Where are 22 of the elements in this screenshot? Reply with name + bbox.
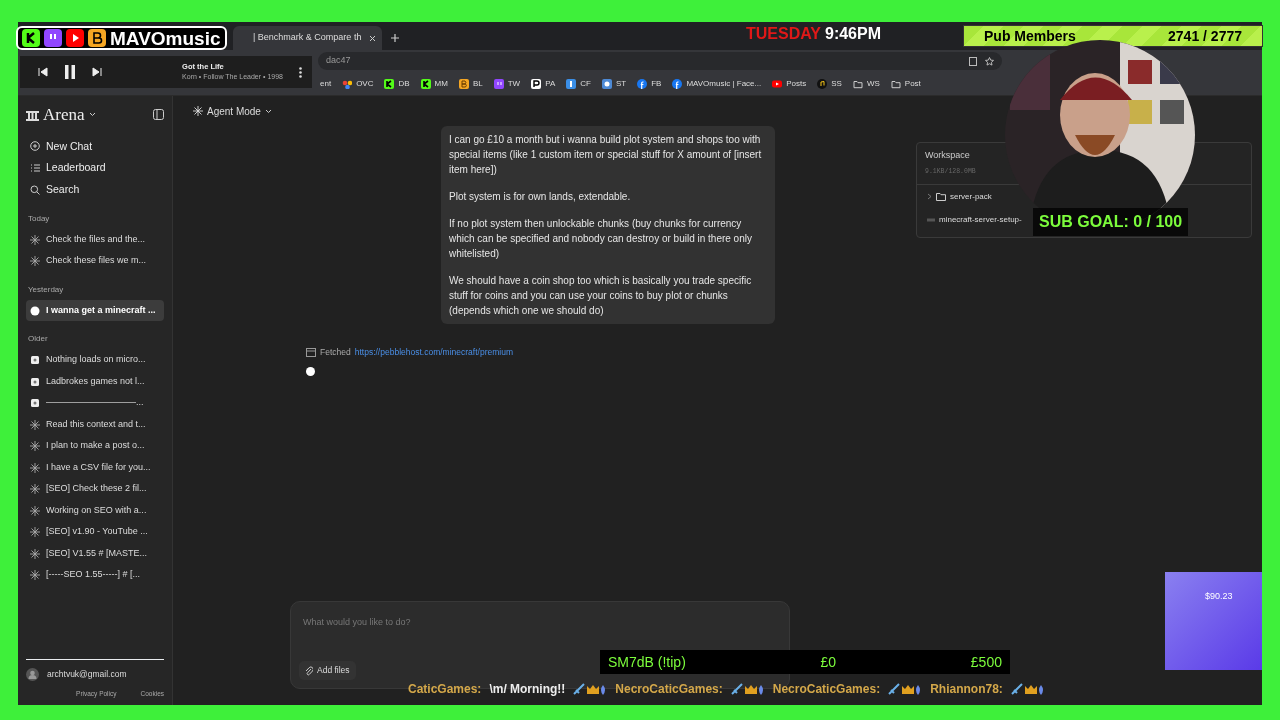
workspace-title: Workspace [925, 149, 971, 162]
message-paragraph: We should have a coin shop too which is basically you trade specific stuff for coins and you can use your coins to buy plot or chunks (depends which one we should do) [449, 274, 753, 318]
composer-placeholder: What would you like to do? [303, 617, 411, 627]
message-paragraph: If no plot system then unlockable chunks (buy chunks for currency which can be specified and nobody can destroy or build in there only whitelisted) [449, 217, 753, 261]
widget-amount: $90.23 [1205, 591, 1233, 601]
clock-time: 9:46PM [825, 26, 881, 42]
user-email: archtvuk@gmail.com [47, 668, 127, 682]
members-label: Pub Members [984, 26, 1076, 46]
members-count: 2741 / 2777 [1168, 26, 1242, 46]
fetched-label: Fetched [320, 346, 351, 359]
message-paragraph: I can go £10 a month but i wanna build plot system and shops too with special items (like 1 custom item or special stuff for X amount of [insert item here]) [449, 133, 763, 177]
channel-name: MAVOmusic [110, 28, 221, 48]
section-heading: Yesterday [28, 283, 65, 296]
tip-label: SM7dB (!tip) [608, 652, 686, 672]
tip-goal: £500 [970, 652, 1002, 672]
clock-day: TUESDAY [746, 26, 821, 42]
message-paragraph: Plot system is for own lands, extendable. [449, 190, 632, 204]
section-heading: Older [28, 333, 49, 346]
chat-username: Rhiannon78: [930, 681, 1003, 698]
section-heading: Today [28, 212, 51, 225]
sub-goal: SUB GOAL: 0 / 100 [1033, 208, 1189, 236]
tip-current: £0 [820, 652, 837, 672]
